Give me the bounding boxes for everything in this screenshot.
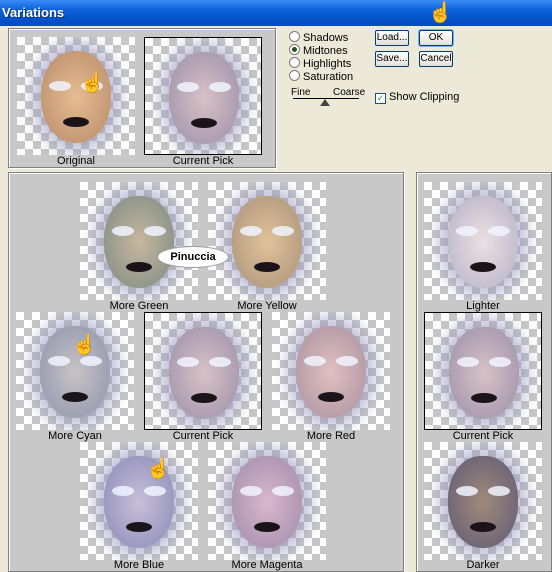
original-caption: Original — [57, 155, 95, 167]
pointing-hand-icon: ☝ — [146, 458, 171, 480]
more-yellow-thumb[interactable] — [208, 182, 326, 300]
slider-thumb[interactable] — [320, 99, 330, 106]
more-magenta-caption: More Magenta — [231, 559, 303, 571]
more-blue-caption: More Blue — [113, 559, 165, 571]
cancel-button[interactable]: Cancel — [419, 51, 453, 67]
pointing-hand-icon: ☝ — [80, 72, 105, 94]
pointing-hand-icon: ☝ — [72, 334, 97, 356]
current-pick-caption: Current Pick — [172, 155, 234, 167]
radio-midtones[interactable]: Midtones — [289, 44, 348, 57]
current-pick-grid-thumb — [144, 312, 262, 430]
more-green-thumb[interactable] — [80, 182, 198, 300]
radio-saturation[interactable]: Saturation — [289, 70, 353, 83]
lightness-current-pick-caption: Current Pick — [452, 430, 514, 442]
lightness-current-pick-thumb — [424, 312, 542, 430]
show-clipping-checkbox[interactable]: ✓ Show Clipping — [375, 91, 459, 104]
more-cyan-caption: More Cyan — [48, 430, 102, 442]
original-thumb — [17, 37, 135, 155]
watermark: Pinuccia — [157, 246, 229, 268]
more-red-thumb[interactable] — [272, 312, 390, 430]
pointing-hand-icon: ☝ — [428, 2, 453, 24]
more-magenta-thumb[interactable] — [208, 442, 326, 560]
more-blue-thumb[interactable] — [80, 442, 198, 560]
window-title: Variations — [2, 5, 65, 20]
lighter-thumb[interactable] — [424, 182, 542, 300]
more-cyan-thumb[interactable] — [16, 312, 134, 430]
current-pick-grid-caption: Current Pick — [172, 430, 234, 442]
radio-shadows[interactable]: Shadows — [289, 31, 348, 44]
ok-button[interactable]: OK — [418, 29, 454, 47]
lighter-caption: Lighter — [466, 300, 500, 312]
darker-thumb[interactable] — [424, 442, 542, 560]
slider-coarse-label: Coarse — [333, 87, 366, 98]
more-yellow-caption: More Yellow — [237, 300, 297, 312]
load-button[interactable]: Load... — [375, 30, 409, 46]
title-bar: Variations — [0, 0, 552, 26]
save-button[interactable]: Save... — [375, 51, 409, 67]
slider-fine-label: Fine — [291, 87, 311, 98]
radio-highlights[interactable]: Highlights — [289, 57, 351, 70]
more-red-caption: More Red — [306, 430, 356, 442]
more-green-caption: More Green — [109, 300, 169, 312]
darker-caption: Darker — [466, 559, 500, 571]
current-pick-thumb — [144, 37, 262, 155]
